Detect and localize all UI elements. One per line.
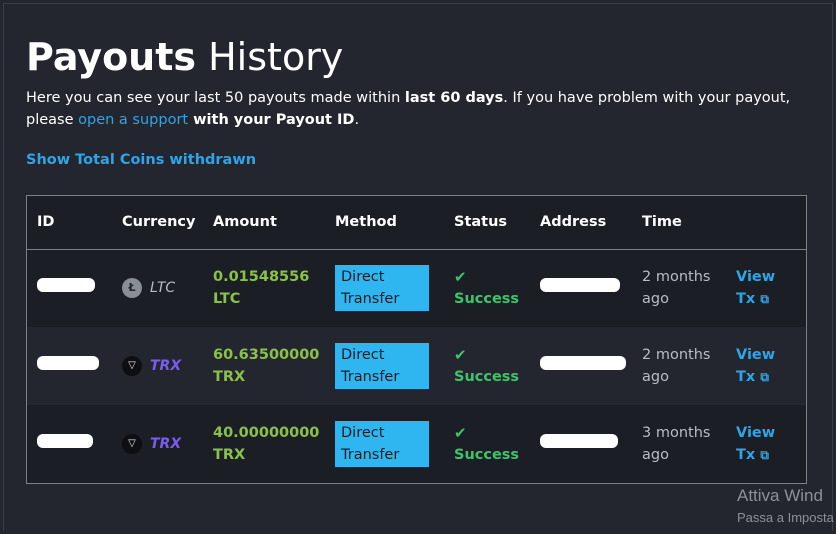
tron-icon: ▽ bbox=[122, 356, 142, 376]
amount-value: 0.01548556 bbox=[213, 269, 310, 286]
address-redacted bbox=[530, 405, 632, 483]
external-link-icon: ⧉ bbox=[760, 448, 769, 462]
windows-activation-subtext: Passa a Imposta bbox=[737, 510, 834, 525]
time-line2: ago bbox=[642, 447, 669, 463]
header-time: Time bbox=[632, 196, 726, 250]
view-line1: View bbox=[736, 425, 776, 441]
payouts-table: ID Currency Amount Method Status Address… bbox=[26, 195, 807, 484]
amount-cell: 0.01548556 LTC bbox=[203, 249, 325, 327]
view-line1: View bbox=[736, 269, 776, 286]
external-link-icon: ⧉ bbox=[760, 292, 769, 307]
currency-label: LTC bbox=[150, 280, 176, 297]
time-line2: ago bbox=[642, 369, 669, 385]
status-text: Success bbox=[454, 291, 520, 308]
litecoin-icon: Ł bbox=[122, 278, 142, 299]
table-header-row: ID Currency Amount Method Status Address… bbox=[27, 196, 806, 250]
header-amount: Amount bbox=[203, 196, 325, 250]
method-cell: Direct Transfer bbox=[325, 249, 444, 327]
check-icon: ✔ bbox=[454, 346, 467, 364]
method-badge: Direct Transfer bbox=[335, 343, 429, 389]
time-line1: 2 months bbox=[642, 347, 711, 363]
currency-cell: ▽ TRX bbox=[112, 405, 203, 483]
table-row: Ł LTC 0.01548556 LTC Direct Transfer ✔ S… bbox=[27, 249, 806, 327]
amount-unit: TRX bbox=[213, 369, 246, 385]
view-line2: Tx bbox=[736, 369, 756, 385]
amount-unit: LTC bbox=[213, 291, 241, 308]
header-address: Address bbox=[530, 196, 632, 250]
status-cell: ✔ Success bbox=[444, 249, 530, 327]
page-title-rest: History bbox=[196, 35, 344, 79]
header-currency: Currency bbox=[112, 196, 203, 250]
open-support-link[interactable]: open a support bbox=[78, 112, 188, 128]
currency-label: TRX bbox=[150, 436, 182, 452]
intro-part1: Here you can see your last 50 payouts ma… bbox=[26, 90, 405, 106]
time-line1: 2 months bbox=[642, 269, 711, 286]
status-text: Success bbox=[454, 447, 520, 463]
method-line2: Transfer bbox=[341, 447, 400, 463]
method-line1: Direct bbox=[341, 425, 385, 441]
check-icon: ✔ bbox=[454, 424, 467, 442]
external-link-icon: ⧉ bbox=[760, 370, 769, 384]
page-title: Payouts History bbox=[26, 34, 343, 80]
amount-cell: 40.00000000 TRX bbox=[203, 405, 325, 483]
method-cell: Direct Transfer bbox=[325, 405, 444, 483]
currency-cell: Ł LTC bbox=[112, 249, 203, 327]
page-title-bold: Payouts bbox=[26, 35, 197, 79]
time-cell: 2 months ago bbox=[632, 249, 726, 327]
method-line2: Transfer bbox=[341, 369, 400, 385]
windows-activation-watermark: Attiva Wind bbox=[737, 486, 823, 505]
header-status: Status bbox=[444, 196, 530, 250]
currency-cell: ▽ TRX bbox=[112, 327, 203, 405]
status-cell: ✔ Success bbox=[444, 327, 530, 405]
intro-text: Here you can see your last 50 payouts ma… bbox=[26, 87, 816, 131]
view-tx-link[interactable]: View Tx ⧉ bbox=[726, 249, 806, 327]
method-badge: Direct Transfer bbox=[335, 265, 429, 312]
view-line2: Tx bbox=[736, 291, 756, 308]
time-line1: 3 months bbox=[642, 425, 711, 441]
header-actions bbox=[726, 196, 806, 250]
method-line1: Direct bbox=[341, 347, 385, 363]
amount-value: 40.00000000 bbox=[213, 425, 320, 441]
currency-label: TRX bbox=[150, 358, 182, 374]
check-icon: ✔ bbox=[454, 268, 467, 287]
header-id: ID bbox=[27, 196, 112, 250]
view-line1: View bbox=[736, 347, 776, 363]
time-cell: 2 months ago bbox=[632, 327, 726, 405]
address-redacted bbox=[530, 327, 632, 405]
time-line2: ago bbox=[642, 291, 669, 308]
view-tx-link[interactable]: View Tx ⧉ bbox=[726, 405, 806, 483]
method-line1: Direct bbox=[341, 269, 385, 286]
payout-id-redacted bbox=[27, 405, 112, 483]
method-line2: Transfer bbox=[341, 291, 400, 308]
table-row: ▽ TRX 40.00000000 TRX Direct Transfer ✔ bbox=[27, 405, 806, 483]
view-tx-link[interactable]: View Tx ⧉ bbox=[726, 327, 806, 405]
payout-id-redacted bbox=[27, 249, 112, 327]
intro-part3: . bbox=[354, 112, 360, 128]
time-cell: 3 months ago bbox=[632, 405, 726, 483]
address-redacted bbox=[530, 249, 632, 327]
show-total-coins-link[interactable]: Show Total Coins withdrawn bbox=[26, 152, 256, 168]
table-row: ▽ TRX 60.63500000 TRX Direct Transfer ✔ bbox=[27, 327, 806, 405]
header-method: Method bbox=[325, 196, 444, 250]
payout-id-redacted bbox=[27, 327, 112, 405]
status-text: Success bbox=[454, 369, 520, 385]
status-cell: ✔ Success bbox=[444, 405, 530, 483]
method-badge: Direct Transfer bbox=[335, 421, 429, 467]
method-cell: Direct Transfer bbox=[325, 327, 444, 405]
amount-value: 60.63500000 bbox=[213, 347, 320, 363]
intro-bold-payout-id: with your Payout ID bbox=[188, 112, 355, 128]
intro-bold-60-days: last 60 days bbox=[404, 90, 504, 106]
amount-unit: TRX bbox=[213, 447, 246, 463]
amount-cell: 60.63500000 TRX bbox=[203, 327, 325, 405]
view-line2: Tx bbox=[736, 447, 756, 463]
tron-icon: ▽ bbox=[122, 434, 142, 454]
